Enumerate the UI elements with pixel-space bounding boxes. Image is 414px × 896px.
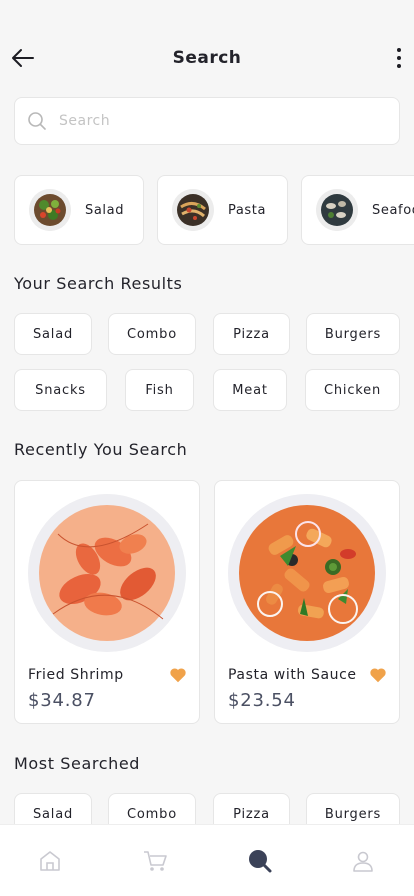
category-label: Pasta bbox=[228, 202, 267, 218]
category-label: Salad bbox=[85, 202, 125, 218]
pasta-image bbox=[172, 189, 214, 231]
heart-icon[interactable] bbox=[169, 667, 187, 683]
nav-profile[interactable] bbox=[349, 847, 377, 875]
food-name: Pasta with Sauce bbox=[228, 667, 357, 683]
search-input[interactable] bbox=[59, 113, 359, 129]
more-vertical-icon bbox=[397, 48, 401, 52]
heart-icon[interactable] bbox=[369, 667, 387, 683]
nav-cart[interactable] bbox=[141, 847, 169, 875]
pasta-with-sauce-image bbox=[228, 494, 386, 652]
food-price: $34.87 bbox=[28, 690, 96, 711]
chip-chicken[interactable]: Chicken bbox=[305, 369, 400, 411]
home-icon bbox=[40, 851, 60, 871]
food-card-fried-shrimp[interactable]: Fried Shrimp $34.87 bbox=[14, 480, 200, 724]
recent-search-title: Recently You Search bbox=[14, 440, 188, 459]
search-bar[interactable] bbox=[14, 97, 400, 145]
page-title: Search bbox=[172, 48, 242, 68]
chip-pizza[interactable]: Pizza bbox=[213, 313, 290, 355]
category-label: Seafood bbox=[372, 202, 414, 218]
chip-snacks[interactable]: Snacks bbox=[14, 369, 107, 411]
more-options-button[interactable] bbox=[392, 44, 406, 72]
chip-burgers[interactable]: Burgers bbox=[306, 313, 400, 355]
food-card-pasta-with-sauce[interactable]: Pasta with Sauce $23.54 bbox=[214, 480, 400, 724]
chip-combo[interactable]: Combo bbox=[108, 313, 196, 355]
chip-fish[interactable]: Fish bbox=[125, 369, 194, 411]
most-searched-title: Most Searched bbox=[14, 754, 141, 773]
chip-meat[interactable]: Meat bbox=[213, 369, 287, 411]
category-list: Salad Pasta Seafo bbox=[14, 175, 414, 245]
nav-search[interactable] bbox=[246, 847, 274, 875]
seafood-image bbox=[316, 189, 358, 231]
nav-home[interactable] bbox=[36, 847, 64, 875]
category-pasta[interactable]: Pasta bbox=[157, 175, 288, 245]
search-results-title: Your Search Results bbox=[14, 274, 183, 293]
search-icon bbox=[28, 112, 46, 130]
salad-image bbox=[29, 189, 71, 231]
food-name: Fried Shrimp bbox=[28, 667, 124, 683]
bottom-navigation bbox=[0, 824, 414, 896]
category-salad[interactable]: Salad bbox=[14, 175, 144, 245]
chip-salad[interactable]: Salad bbox=[14, 313, 92, 355]
header: Search bbox=[0, 38, 414, 78]
cart-icon bbox=[144, 851, 167, 871]
search-icon bbox=[249, 850, 272, 873]
fried-shrimp-image bbox=[28, 494, 186, 652]
category-seafood[interactable]: Seafood bbox=[301, 175, 414, 245]
food-price: $23.54 bbox=[228, 690, 296, 711]
user-icon bbox=[353, 851, 373, 872]
